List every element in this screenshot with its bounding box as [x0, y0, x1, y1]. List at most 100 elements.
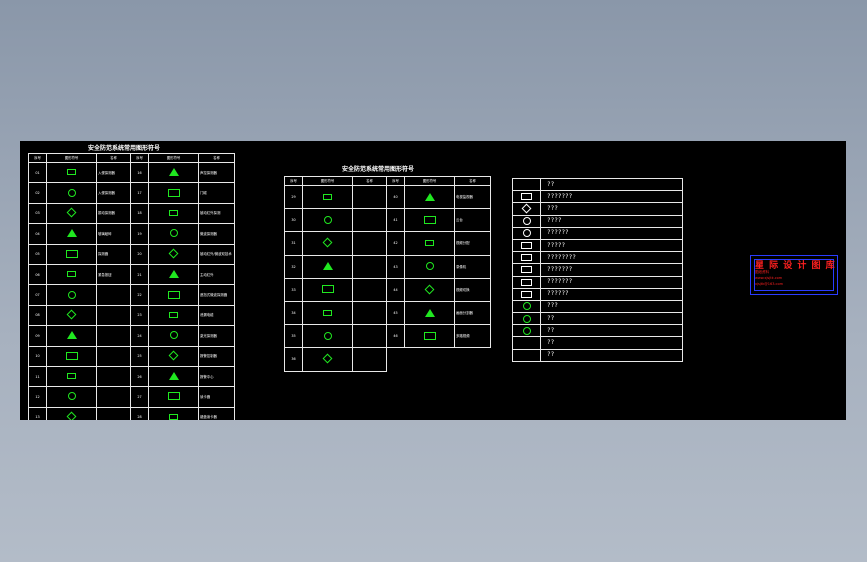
name-cell: 键盘读卡器 — [198, 406, 235, 420]
symbol-icon — [168, 270, 179, 279]
index-cell: 32 — [284, 254, 303, 279]
legend-label: ?????? — [540, 287, 683, 301]
symbol-table-2: 序号 图形符号 名称 序号 图形符号 名称 29 40 电视监视器 30 41 云台 31 42 视频分配 3… — [284, 176, 491, 372]
symbol-cell — [148, 161, 199, 184]
table-row: 35 46 多路视频 — [284, 324, 491, 349]
column-header: 图形符号 — [302, 176, 353, 186]
legend-symbol-icon — [522, 314, 531, 323]
table2-title: 安全防范系统常用图形符号 — [342, 166, 415, 173]
index-cell: 17 — [130, 182, 149, 204]
index-cell: 22 — [130, 284, 149, 306]
legend-row: ??????? — [512, 263, 683, 277]
legend-row: ?? — [512, 336, 683, 350]
name-cell — [352, 231, 387, 256]
symbol-icon — [423, 331, 436, 340]
symbol-cell — [46, 223, 97, 245]
table1-title: 安全防范系统常用图形符号 — [88, 145, 161, 152]
table-row: 10 25 报警控制器 — [28, 345, 235, 367]
symbol-icon — [425, 262, 434, 271]
index-cell: 05 — [28, 243, 47, 265]
symbol-cell — [404, 254, 455, 279]
legend-row: ?? — [512, 312, 683, 326]
name-cell — [96, 325, 131, 347]
name-cell: 视频分配 — [454, 231, 491, 256]
index-cell: 01 — [28, 161, 47, 184]
symbol-cell — [148, 202, 199, 225]
legend-row: ??????? — [512, 190, 683, 204]
index-cell: 21 — [130, 263, 149, 286]
legend-label: ?? — [540, 324, 683, 338]
symbol-icon — [66, 411, 77, 420]
name-cell — [96, 304, 131, 327]
symbol-cell — [148, 406, 199, 420]
table-row: 12 27 读卡器 — [28, 386, 235, 408]
symbol-icon — [169, 311, 178, 318]
cad-drawing-canvas[interactable]: 安全防范系统常用图形符号 序号 图形符号 名称 序号 图形符号 名称 01 入侵探测器 16 声控… — [20, 141, 846, 420]
symbol-icon — [169, 413, 178, 420]
name-cell: 视频切换 — [454, 277, 491, 302]
table-row: 09 24 激光探测器 — [28, 325, 235, 347]
legend-symbol-icon — [522, 326, 531, 335]
column-header: 序号 — [284, 176, 303, 186]
index-cell — [387, 348, 405, 371]
index-cell: 19 — [130, 223, 149, 245]
legend-row: ?????? — [512, 287, 683, 301]
name-cell — [352, 277, 387, 302]
column-header: 序号 — [386, 176, 405, 186]
symbol-icon — [67, 290, 76, 299]
legend-label: ?????? — [540, 226, 683, 240]
symbol-icon — [169, 209, 178, 216]
symbol-icon — [65, 249, 78, 258]
symbol-icon — [167, 188, 180, 197]
index-cell: 06 — [28, 263, 47, 286]
symbol-cell — [46, 161, 97, 184]
symbol-icon — [168, 372, 179, 381]
symbol-icon — [423, 215, 436, 224]
symbol-icon — [66, 309, 77, 320]
symbol-icon — [67, 373, 76, 380]
legend-symbol-icon — [522, 217, 531, 226]
column-header: 图形符号 — [148, 153, 199, 163]
index-cell: 26 — [130, 365, 149, 388]
symbol-cell — [148, 386, 199, 408]
symbol-icon — [168, 168, 179, 177]
index-cell: 44 — [386, 277, 405, 302]
symbol-icon — [66, 331, 77, 340]
index-cell: 11 — [28, 365, 47, 388]
symbol-cell — [148, 243, 199, 265]
legend-symbol-icon — [521, 254, 532, 262]
name-cell: 泄漏电缆 — [198, 304, 235, 327]
symbol-cell — [404, 300, 455, 326]
symbol-icon — [168, 350, 179, 361]
name-cell — [352, 324, 387, 349]
symbol-cell — [46, 365, 97, 388]
name-cell: 振动探测器 — [96, 202, 131, 225]
name-cell — [96, 365, 131, 388]
name-cell: 多路视频 — [454, 324, 491, 349]
symbol-icon — [323, 309, 332, 316]
legend-row: ??? — [512, 202, 683, 216]
legend-label: ?? — [540, 336, 683, 350]
symbol-cell — [46, 345, 97, 367]
symbol-cell — [148, 263, 199, 286]
table-row: 01 入侵探测器 16 声控探测器 — [28, 161, 235, 184]
symbol-icon — [322, 238, 333, 248]
legend-icon-cell — [512, 348, 541, 362]
table-row: 13 28 键盘读卡器 — [28, 406, 235, 420]
legend-symbol-icon — [521, 242, 532, 250]
symbol-icon — [323, 193, 332, 200]
column-header: 序号 — [130, 153, 149, 163]
name-cell: 读卡器 — [198, 386, 235, 408]
symbol-icon — [321, 285, 334, 294]
legend-label: ???????? — [540, 251, 683, 265]
header-row: 序号 图形符号 名称 序号 图形符号 名称 — [284, 176, 491, 186]
legend-symbol-icon — [521, 204, 532, 214]
stamp-subtitle: 图纸资料 — [755, 270, 769, 274]
index-cell: 40 — [386, 184, 405, 210]
column-header: 名称 — [352, 176, 387, 186]
stamp-url: www.xjsjtk.com — [755, 276, 783, 280]
symbol-icon — [167, 392, 180, 401]
legend-icon-cell — [512, 287, 541, 301]
column-header: 序号 — [28, 153, 47, 163]
name-cell: 遮挡式微波探测器 — [198, 284, 235, 306]
